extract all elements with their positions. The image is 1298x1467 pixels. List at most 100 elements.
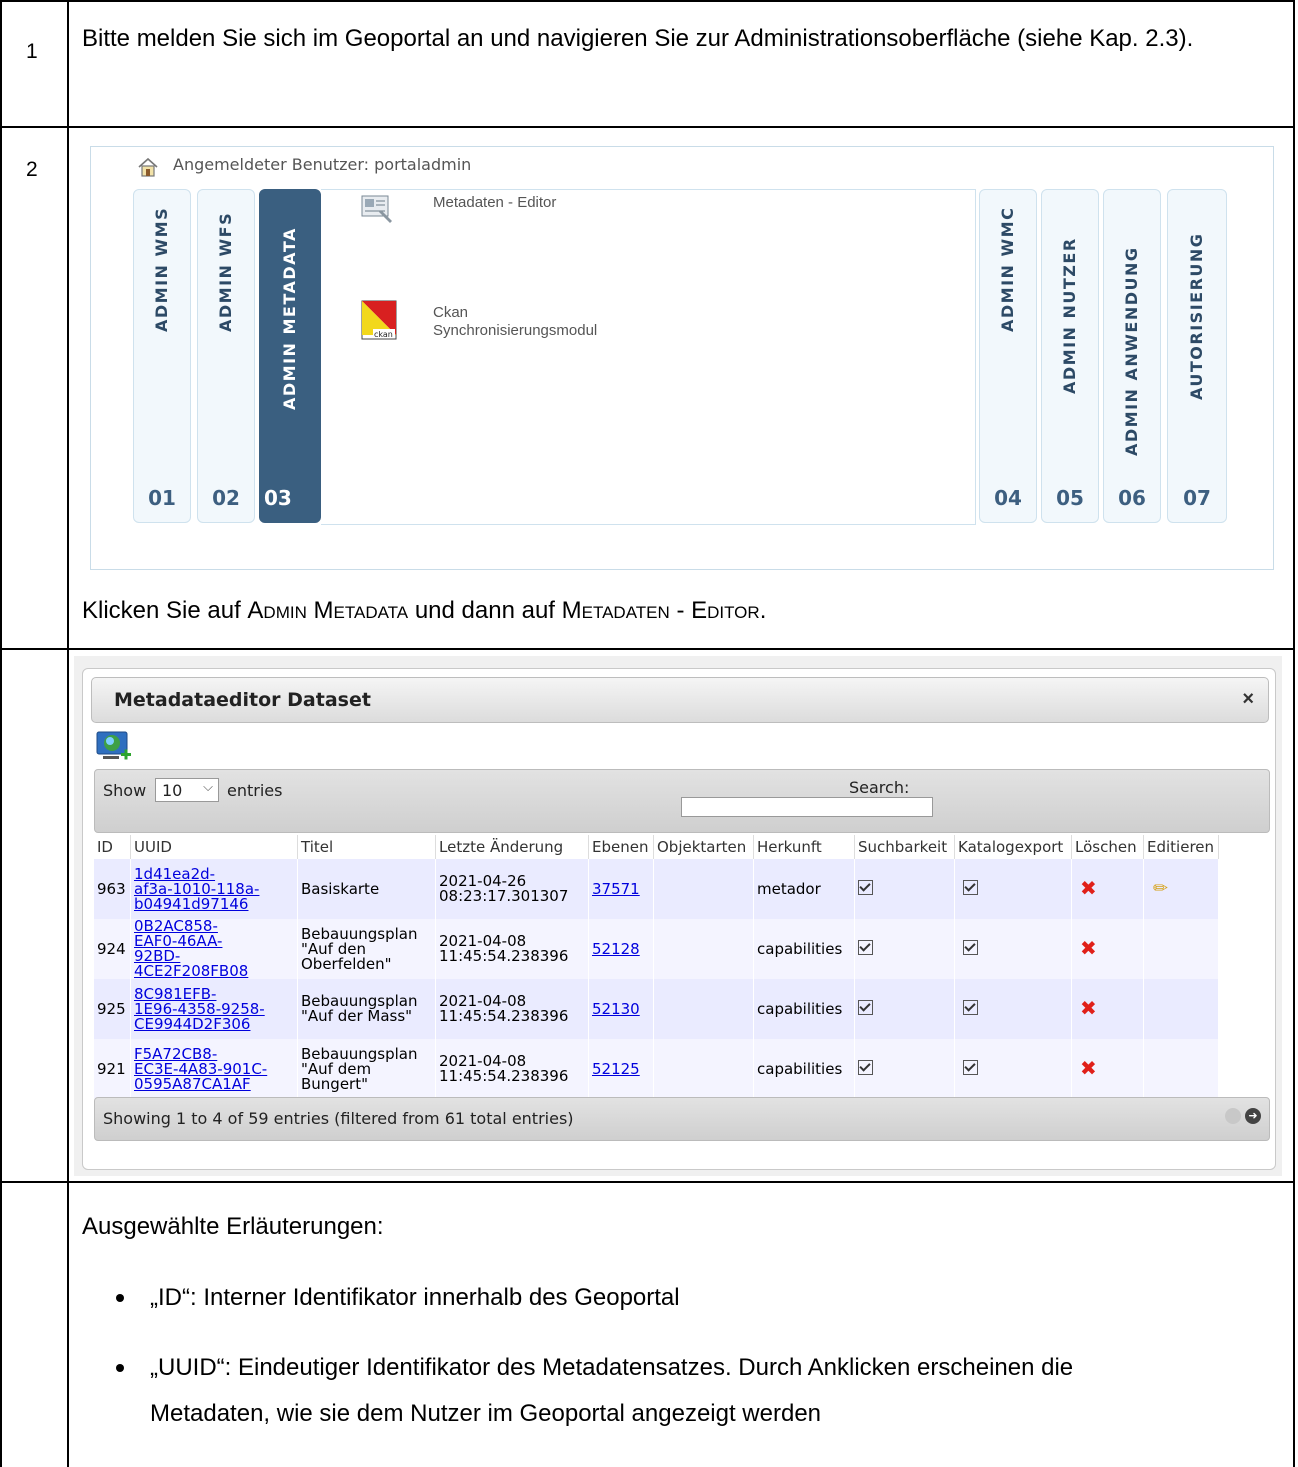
add-dataset-icon[interactable] (95, 731, 133, 765)
metadata-editor-label: Metadaten - Editor (433, 194, 557, 211)
ebenen-cell: 52128 (588, 919, 654, 979)
edit-icon[interactable]: ✏ (1147, 878, 1168, 899)
title-line: Bungert" (301, 1074, 369, 1093)
show-label: Show (103, 781, 147, 800)
close-icon[interactable]: × (1242, 688, 1254, 711)
column-header[interactable]: Suchbarkeit (854, 835, 955, 859)
uuid-link[interactable]: CE9944D2F306 (134, 1015, 250, 1033)
tab-number: 02 (212, 486, 240, 510)
tab-number: 01 (148, 486, 176, 510)
searchable-checkbox[interactable] (858, 880, 873, 895)
title-cell: Basiskarte (297, 859, 436, 919)
tab-admin-wfs[interactable]: ADMIN WFS 02 (197, 189, 255, 523)
date-cell: 2021-04-26 08:23:17.301307 (435, 859, 589, 919)
delete-cell: ✖ (1071, 979, 1144, 1039)
date-cell: 2021-04-08 11:45:54.238396 (435, 979, 589, 1039)
searchable-checkbox[interactable] (858, 1000, 873, 1015)
catalog-export-checkbox[interactable] (963, 1060, 978, 1075)
table-row-divider (0, 648, 1295, 650)
tab-label: ADMIN WMS (152, 206, 171, 332)
column-header[interactable]: UUID (130, 835, 298, 859)
column-header[interactable]: Ebenen (588, 835, 654, 859)
step-number: 2 (26, 158, 38, 181)
step-text: Bitte melden Sie sich im Geoportal an un… (82, 25, 1194, 52)
katalogexport-cell (954, 979, 1072, 1039)
edit-cell (1143, 919, 1219, 979)
katalogexport-cell (954, 1039, 1072, 1099)
date-cell: 2021-04-08 11:45:54.238396 (435, 919, 589, 979)
tab-number: 05 (1056, 486, 1084, 510)
tab-admin-wms[interactable]: ADMIN WMS 01 (133, 189, 191, 523)
tab-admin-wmc[interactable]: ADMIN WMC 04 (979, 189, 1037, 523)
ebenen-link[interactable]: 52128 (592, 940, 640, 958)
ebenen-link[interactable]: 52130 (592, 1000, 640, 1018)
table-border-top (0, 0, 1295, 2)
id-cell: 925 (94, 979, 131, 1039)
catalog-export-checkbox[interactable] (963, 1000, 978, 1015)
tab-label: ADMIN WFS (216, 211, 235, 332)
ebenen-link[interactable]: 37571 (592, 880, 640, 898)
delete-icon[interactable]: ✖ (1080, 1056, 1097, 1080)
table-row: 925 8C981EFB- 1E96-4358-9258- CE9944D2F306 B… (94, 979, 1219, 1039)
title-line: Basiskarte (301, 879, 380, 898)
tab-label: AUTORISIERUNG (1187, 232, 1206, 400)
suchbarkeit-cell (854, 919, 955, 979)
search-input[interactable] (681, 797, 933, 817)
uuid-cell: 1d41ea2d-af3a-1010-118a-b04941d97146 (130, 859, 298, 919)
herkunft-cell: capabilities (753, 979, 855, 1039)
title-cell: Bebauungsplan "Auf der Mass" (297, 979, 436, 1039)
ckan-label: Ckan Synchronisierungsmodul (433, 304, 598, 339)
date-cell: 2021-04-08 11:45:54.238396 (435, 1039, 589, 1099)
uuid-link[interactable]: 92BD-4CE2F208FB08 (134, 947, 248, 980)
delete-icon[interactable]: ✖ (1080, 996, 1097, 1020)
metadata-editor-icon (361, 195, 392, 223)
delete-icon[interactable]: ✖ (1080, 936, 1097, 960)
searchable-checkbox[interactable] (858, 1060, 873, 1075)
tab-content-area: Metadaten - Editor ckan Ckan Synchronisi… (321, 189, 976, 525)
previous-page-icon[interactable] (1225, 1108, 1241, 1124)
suchbarkeit-cell (854, 1039, 955, 1099)
column-header[interactable]: Herkunft (753, 835, 855, 859)
column-header[interactable]: Editieren (1143, 835, 1219, 859)
catalog-export-checkbox[interactable] (963, 940, 978, 955)
column-header[interactable]: Letzte Änderung (435, 835, 589, 859)
column-header[interactable]: Objektarten (653, 835, 754, 859)
logged-in-user: Angemeldeter Benutzer: portaladmin (173, 155, 472, 174)
admin-panel-screenshot: Angemeldeter Benutzer: portaladmin ADMIN… (90, 146, 1274, 570)
entries-select[interactable]: 10 ⌵ (155, 778, 219, 802)
tab-admin-nutzer[interactable]: ADMIN NUTZER 05 (1041, 189, 1099, 523)
home-icon[interactable] (137, 157, 159, 177)
column-header[interactable]: Katalogexport (954, 835, 1072, 859)
dialog-titlebar[interactable]: Metadataeditor Dataset × (91, 677, 1269, 723)
herkunft-cell: capabilities (753, 919, 855, 979)
next-page-icon[interactable]: ➜ (1245, 1108, 1261, 1124)
tab-admin-anwendung[interactable]: ADMIN ANWENDUNG 06 (1103, 189, 1161, 523)
ebenen-link[interactable]: 52125 (592, 1060, 640, 1078)
table-footer: Showing 1 to 4 of 59 entries (filtered f… (94, 1097, 1270, 1141)
tab-number: 04 (994, 486, 1022, 510)
table-border-right (1293, 0, 1295, 1467)
id-cell: 924 (94, 919, 131, 979)
catalog-export-checkbox[interactable] (963, 880, 978, 895)
searchable-checkbox[interactable] (858, 940, 873, 955)
explanation-item: „ID“: Interner Identifikator innerhalb d… (150, 1284, 680, 1311)
uuid-link[interactable]: b04941d97146 (134, 895, 248, 913)
title-cell: Bebauungsplan "Auf dem Bungert" (297, 1039, 436, 1099)
tab-autorisierung[interactable]: AUTORISIERUNG 07 (1167, 189, 1227, 523)
table-header-row: ID UUID Titel Letzte Änderung Ebenen Obj… (94, 835, 1219, 859)
title-line: "Auf der Mass" (301, 1007, 413, 1025)
column-header[interactable]: ID (94, 835, 131, 859)
herkunft-cell: capabilities (753, 1039, 855, 1099)
uuid-link[interactable]: 0595A87CA1AF (134, 1075, 251, 1093)
dialog-title: Metadataeditor Dataset (114, 689, 371, 711)
objektarten-cell (653, 1039, 754, 1099)
tab-label: ADMIN NUTZER (1060, 237, 1079, 394)
title-line: Oberfelden" (301, 954, 392, 973)
tab-admin-metadata[interactable]: ADMIN METADATA 03 (259, 189, 321, 523)
id-cell: 921 (94, 1039, 131, 1099)
column-header[interactable]: Löschen (1071, 835, 1144, 859)
column-header[interactable]: Titel (297, 835, 436, 859)
table-border-left (0, 0, 2, 1467)
delete-icon[interactable]: ✖ (1080, 876, 1097, 900)
ebenen-cell: 52130 (588, 979, 654, 1039)
